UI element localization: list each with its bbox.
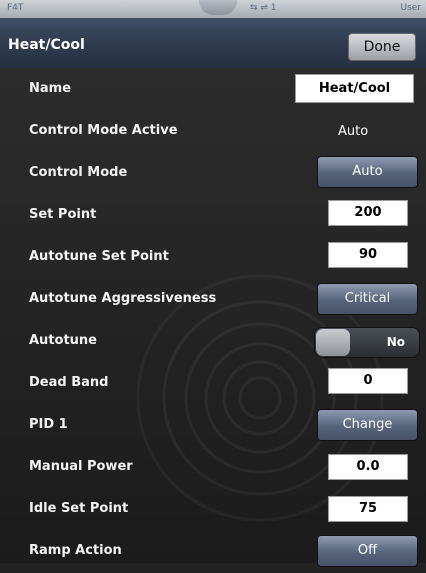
row-manual-power: Manual Power 0.0 bbox=[0, 446, 426, 489]
autotune-aggressiveness-label: Autotune Aggressiveness bbox=[29, 291, 217, 306]
row-autotune-set-point: Autotune Set Point 90 bbox=[0, 236, 426, 279]
idle-set-point-label: Idle Set Point bbox=[29, 501, 129, 516]
row-control-mode-active: Control Mode Active Auto bbox=[0, 110, 426, 153]
row-pid1: PID 1 Change bbox=[0, 404, 426, 447]
idle-set-point-field[interactable]: 75 bbox=[328, 496, 408, 522]
done-button[interactable]: Done bbox=[348, 33, 416, 61]
row-control-mode: Control Mode Auto bbox=[0, 152, 426, 195]
ramp-action-label: Ramp Action bbox=[29, 543, 122, 558]
autotune-set-point-field[interactable]: 90 bbox=[328, 242, 408, 268]
autotune-set-point-label: Autotune Set Point bbox=[29, 249, 169, 264]
set-point-label: Set Point bbox=[29, 207, 97, 222]
manual-power-label: Manual Power bbox=[29, 459, 133, 474]
control-mode-active-label: Control Mode Active bbox=[29, 123, 178, 138]
pid1-label: PID 1 bbox=[29, 417, 68, 432]
row-dead-band: Dead Band 0 bbox=[0, 362, 426, 405]
row-name: Name Heat/Cool bbox=[0, 68, 426, 111]
connection-icons: ⇆ ⇌ 1 bbox=[250, 3, 277, 13]
pid1-change-button[interactable]: Change bbox=[317, 409, 418, 441]
row-ramp-action: Ramp Action Off bbox=[0, 530, 426, 573]
header-bar: Heat/Cool Done bbox=[0, 18, 426, 69]
name-field[interactable]: Heat/Cool bbox=[295, 74, 414, 103]
toggle-knob[interactable] bbox=[316, 329, 350, 356]
row-autotune: Autotune No bbox=[0, 320, 426, 363]
row-idle-set-point: Idle Set Point 75 bbox=[0, 488, 426, 531]
manual-power-field[interactable]: 0.0 bbox=[328, 454, 408, 480]
settings-panel: Name Heat/Cool Control Mode Active Auto … bbox=[0, 68, 426, 567]
set-point-field[interactable]: 200 bbox=[328, 200, 408, 226]
autotune-toggle-value: No bbox=[386, 335, 405, 349]
dead-band-label: Dead Band bbox=[29, 375, 109, 390]
control-mode-label: Control Mode bbox=[29, 165, 128, 180]
autotune-toggle[interactable]: No bbox=[314, 327, 420, 358]
page-title: Heat/Cool bbox=[8, 37, 85, 53]
row-set-point: Set Point 200 bbox=[0, 194, 426, 237]
autotune-label: Autotune bbox=[29, 333, 98, 348]
dead-band-field[interactable]: 0 bbox=[328, 368, 408, 394]
autotune-aggressiveness-button[interactable]: Critical bbox=[317, 283, 418, 315]
ramp-action-button[interactable]: Off bbox=[317, 535, 418, 567]
control-mode-active-value: Auto bbox=[338, 124, 369, 139]
name-label: Name bbox=[29, 81, 72, 96]
user-label: User bbox=[400, 3, 421, 13]
row-autotune-aggressiveness: Autotune Aggressiveness Critical bbox=[0, 278, 426, 321]
pull-down-tab[interactable] bbox=[199, 0, 237, 15]
status-bar: F4T ⇆ ⇌ 1 User bbox=[0, 0, 426, 18]
control-mode-button[interactable]: Auto bbox=[317, 156, 418, 188]
device-label: F4T bbox=[7, 3, 24, 13]
